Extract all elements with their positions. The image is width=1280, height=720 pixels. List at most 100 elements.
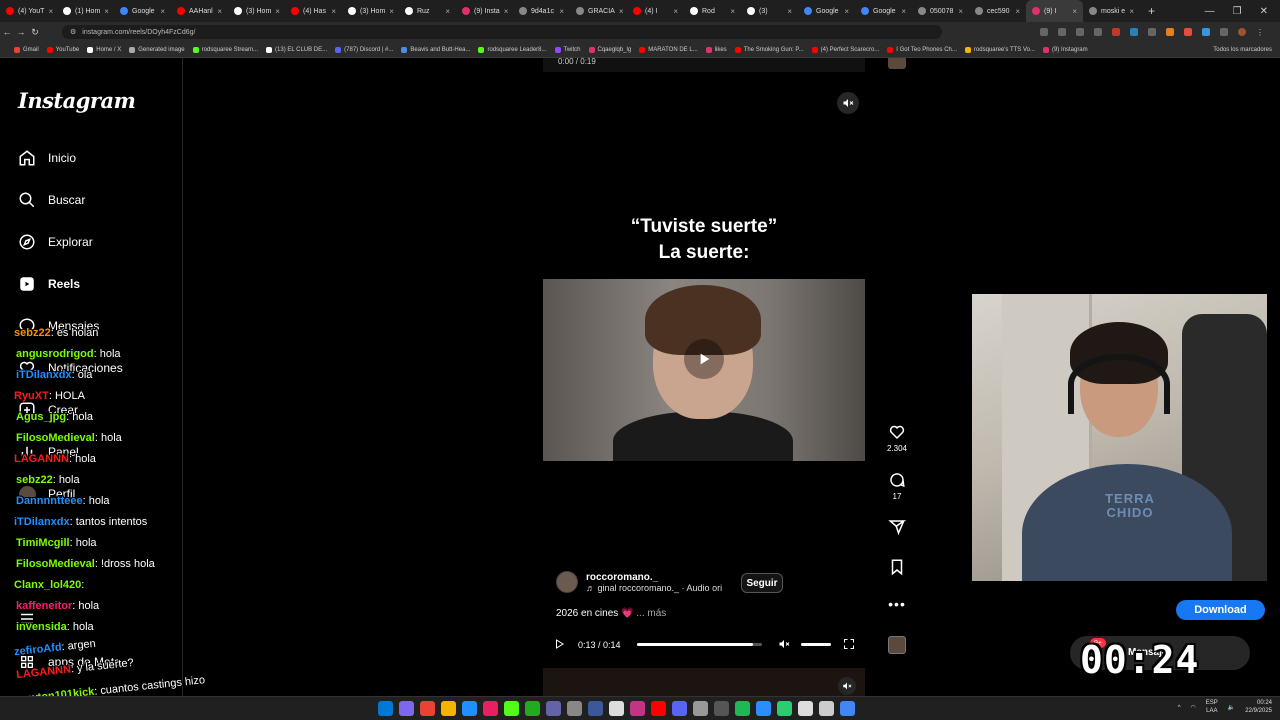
bookmark-item[interactable]: (9) Instagram <box>1042 46 1088 53</box>
browser-tab[interactable]: (3) Hom × <box>228 0 285 22</box>
reload-icon[interactable]: ↻ <box>28 27 42 38</box>
back-icon[interactable]: ← <box>0 27 14 37</box>
menu-dots-icon[interactable]: ⋮ <box>1256 28 1264 37</box>
close-tab-icon[interactable]: × <box>275 7 280 16</box>
browser-tab[interactable]: (9) I × <box>1026 0 1083 22</box>
next-reel-strip[interactable] <box>543 668 865 696</box>
close-tab-icon[interactable]: × <box>160 7 165 16</box>
taskbar-app-icon[interactable] <box>504 701 519 716</box>
taskbar-app-icon[interactable] <box>819 701 834 716</box>
browser-tab[interactable]: Ruz × <box>399 0 456 22</box>
close-tab-icon[interactable]: × <box>787 7 792 16</box>
taskbar-app-icon[interactable] <box>609 701 624 716</box>
reel-video[interactable] <box>543 279 865 461</box>
browser-tab[interactable]: (4) YouT × <box>0 0 57 22</box>
cast-icon[interactable] <box>1040 28 1048 36</box>
taskbar-app-icon[interactable] <box>441 701 456 716</box>
browser-tab[interactable]: 050078 × <box>912 0 969 22</box>
volume-slider[interactable] <box>801 643 831 646</box>
download-button[interactable]: Download <box>1176 600 1265 620</box>
comment-button[interactable]: 17 <box>882 471 912 501</box>
bookmark-item[interactable]: Twitch <box>554 46 581 53</box>
forward-icon[interactable]: → <box>14 27 28 37</box>
taskbar-app-icon[interactable] <box>567 701 582 716</box>
volume-button[interactable] <box>778 638 790 652</box>
taskbar-app-icon[interactable] <box>462 701 477 716</box>
close-tab-icon[interactable]: × <box>1129 7 1134 16</box>
taskbar-app-icon[interactable] <box>714 701 729 716</box>
browser-tab[interactable]: Google × <box>855 0 912 22</box>
profile-avatar[interactable] <box>1238 28 1246 36</box>
nav-reels[interactable]: Reels <box>18 275 80 293</box>
bookmark-item[interactable]: The Smoking Gun: P... <box>734 46 804 53</box>
taskbar-app-icon[interactable] <box>588 701 603 716</box>
taskbar-app-icon[interactable] <box>777 701 792 716</box>
bookmark-item[interactable]: Beavis and Butt-Hea... <box>401 46 470 53</box>
taskbar-app-icon[interactable] <box>630 701 645 716</box>
progress-bar[interactable] <box>637 643 762 646</box>
taskbar-app-icon[interactable] <box>483 701 498 716</box>
site-info-icon[interactable]: ⚙ <box>70 28 76 36</box>
browser-tab[interactable]: (3) × <box>741 0 798 22</box>
browser-tab[interactable]: AAHanl × <box>171 0 228 22</box>
close-tab-icon[interactable]: × <box>958 7 963 16</box>
bookmark-item[interactable]: I Got Teo Phones Ch... <box>887 46 957 53</box>
close-tab-icon[interactable]: × <box>389 7 394 16</box>
instagram-logo[interactable]: Instagram <box>18 88 136 113</box>
browser-tab[interactable]: Google × <box>798 0 855 22</box>
address-bar[interactable]: ⚙ instagram.com/reels/DOyh4FzCd6g/ <box>62 25 942 39</box>
play-button[interactable] <box>553 638 565 652</box>
bookmark-item[interactable]: (4) Perfect Scarecro... <box>811 46 879 53</box>
author-username[interactable]: roccoromano._ <box>586 572 722 583</box>
close-tab-icon[interactable]: × <box>673 7 678 16</box>
volume-icon[interactable]: 🔈 <box>1228 704 1235 711</box>
browser-tab[interactable]: GRACIA × <box>570 0 627 22</box>
extension-icon[interactable] <box>1130 28 1138 36</box>
previous-audio-thumb[interactable] <box>888 58 906 69</box>
close-tab-icon[interactable]: × <box>217 7 222 16</box>
zoom-icon[interactable] <box>1058 28 1066 36</box>
bookmark-item[interactable]: Gmail <box>14 46 39 53</box>
all-bookmarks-folder[interactable]: Todos los marcadores <box>1213 47 1280 53</box>
puzzle-icon[interactable] <box>1220 28 1228 36</box>
extension-icon[interactable] <box>1166 28 1174 36</box>
nav-inicio[interactable]: Inicio <box>18 149 76 167</box>
close-tab-icon[interactable]: × <box>844 7 849 16</box>
close-tab-icon[interactable]: × <box>48 7 53 16</box>
browser-tab[interactable]: cec590 × <box>969 0 1026 22</box>
nav-buscar[interactable]: Buscar <box>18 191 85 209</box>
taskbar-app-icon[interactable] <box>693 701 708 716</box>
taskbar-app-icon[interactable] <box>651 701 666 716</box>
nav-explorar[interactable]: Explorar <box>18 233 93 251</box>
browser-tab[interactable]: (4) Has × <box>285 0 342 22</box>
play-overlay-button[interactable] <box>684 339 724 379</box>
close-tab-icon[interactable]: × <box>1015 7 1020 16</box>
taskbar-app-icon[interactable] <box>798 701 813 716</box>
taskbar-app-icon[interactable] <box>525 701 540 716</box>
close-tab-icon[interactable]: × <box>445 7 450 16</box>
author-avatar[interactable] <box>556 571 578 593</box>
wifi-icon[interactable]: ◠ <box>1191 704 1196 711</box>
browser-tab[interactable]: (1) Hom × <box>57 0 114 22</box>
browser-tab[interactable]: Google × <box>114 0 171 22</box>
bookmark-item[interactable]: YouTube <box>46 46 79 53</box>
close-tab-icon[interactable]: × <box>1072 7 1077 16</box>
taskbar-app-icon[interactable] <box>546 701 561 716</box>
close-tab-icon[interactable]: × <box>730 7 735 16</box>
close-tab-icon[interactable]: × <box>619 7 624 16</box>
bookmark-item[interactable]: rodsquaree's TTS Vo... <box>964 46 1035 53</box>
browser-tab[interactable]: Rod × <box>684 0 741 22</box>
star-icon[interactable] <box>1094 28 1102 36</box>
browser-tab[interactable]: (4) I × <box>627 0 684 22</box>
taskbar-app-icon[interactable] <box>420 701 435 716</box>
taskbar-app-icon[interactable] <box>756 701 771 716</box>
extension-icon[interactable] <box>1112 28 1120 36</box>
bookmark-item[interactable]: (13) EL CLUB DE... <box>266 46 327 53</box>
bookmark-item[interactable]: rodsquaree Leader8... <box>478 46 547 53</box>
save-button[interactable] <box>882 558 912 576</box>
extension-icon[interactable] <box>1184 28 1192 36</box>
close-tab-icon[interactable]: × <box>901 7 906 16</box>
taskbar-app-icon[interactable] <box>672 701 687 716</box>
bookmark-item[interactable]: likes <box>705 46 727 53</box>
taskbar-app-icon[interactable] <box>840 701 855 716</box>
